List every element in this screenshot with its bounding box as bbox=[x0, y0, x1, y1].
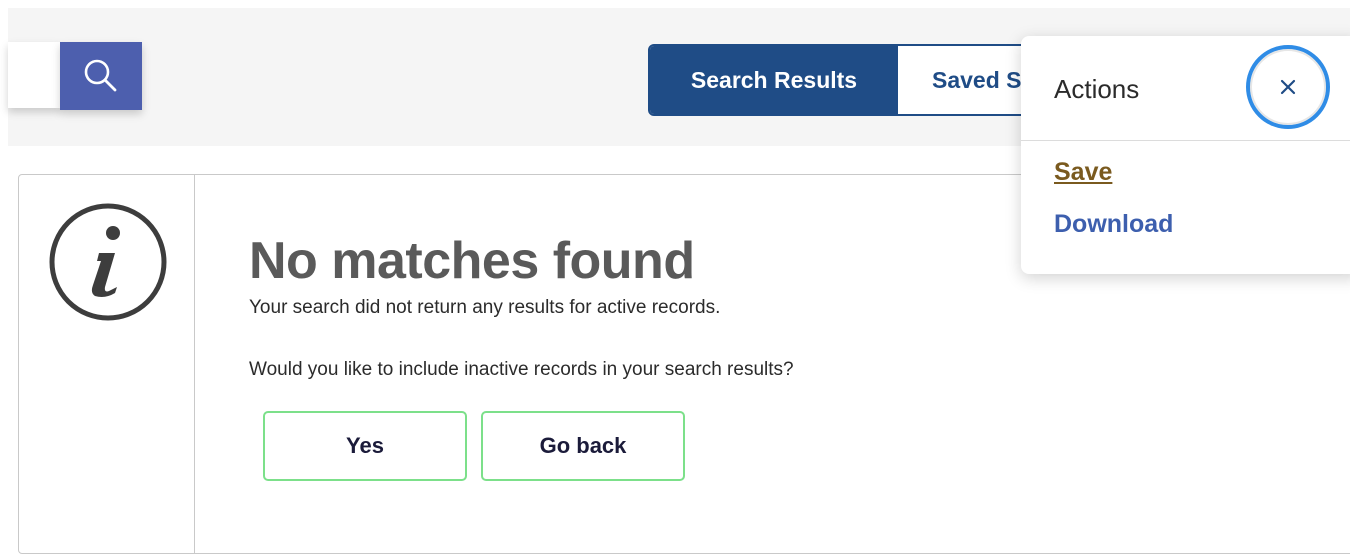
close-icon bbox=[1280, 79, 1296, 95]
save-link[interactable]: Save bbox=[1054, 158, 1112, 187]
tab-search-results[interactable]: Search Results bbox=[650, 46, 898, 114]
download-link[interactable]: Download bbox=[1054, 210, 1173, 239]
tab-saved-searches[interactable]: Saved S bbox=[898, 46, 1022, 114]
close-button[interactable] bbox=[1246, 45, 1330, 129]
search-input[interactable] bbox=[8, 42, 60, 108]
alert-icon-column bbox=[19, 175, 195, 553]
actions-menu-title: Actions bbox=[1054, 74, 1140, 104]
menu-divider bbox=[1021, 140, 1350, 141]
info-icon bbox=[49, 203, 167, 321]
actions-menu: Actions Save Download bbox=[1021, 36, 1350, 274]
search-button[interactable] bbox=[60, 42, 142, 110]
alert-question: Would you like to include inactive recor… bbox=[249, 359, 794, 380]
search-icon bbox=[84, 59, 117, 92]
yes-button[interactable]: Yes bbox=[263, 411, 467, 481]
alert-title: No matches found bbox=[249, 232, 695, 290]
alert-message: Your search did not return any results f… bbox=[249, 297, 721, 318]
go-back-button[interactable]: Go back bbox=[481, 411, 685, 481]
